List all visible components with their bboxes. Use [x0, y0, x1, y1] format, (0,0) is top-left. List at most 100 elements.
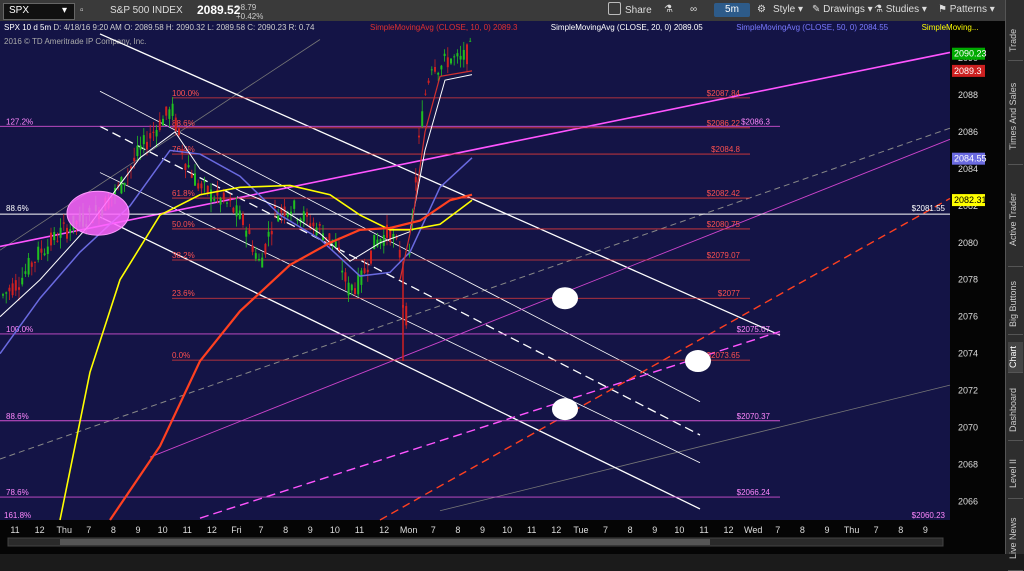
fib-pct-label: 161.8%: [4, 511, 31, 520]
price-badge-label: 2089.3: [954, 66, 982, 76]
candle-body: [242, 213, 244, 225]
x-tick-label: 7: [86, 525, 91, 535]
candle-body: [232, 207, 235, 213]
timeframe-selector[interactable]: 5m: [714, 3, 750, 17]
price-chart[interactable]: 2066206820702072207420762078208020822084…: [0, 21, 1005, 554]
fib-pct-label: 78.6%: [6, 488, 29, 497]
candle-body: [53, 232, 56, 241]
candle-body: [5, 292, 8, 294]
chart-area[interactable]: 2066206820702072207420762078208020822084…: [0, 21, 1005, 554]
candle-body: [430, 69, 433, 71]
fib-pct-label: 88.6%: [6, 204, 29, 213]
drawings-menu[interactable]: ✎ Drawings ▾: [812, 2, 873, 18]
x-tick-label: 8: [455, 525, 460, 535]
candle-body: [347, 282, 350, 296]
candle-body: [30, 262, 33, 267]
candle-body: [187, 165, 190, 168]
candle-body: [178, 128, 180, 136]
candle-body: [40, 248, 43, 253]
x-tick-label: 12: [379, 525, 389, 535]
style-menu[interactable]: Style ▾: [773, 2, 803, 18]
candle-body: [376, 239, 379, 247]
candle-body: [424, 93, 427, 95]
candle-body: [37, 246, 40, 260]
candle-body: [171, 103, 174, 116]
patterns-menu[interactable]: ⚑ Patterns ▾: [938, 2, 995, 18]
x-tick-label: 9: [308, 525, 313, 535]
studies-menu[interactable]: ⚗ Studies ▾: [874, 2, 927, 18]
sidebar-tab-active-trader[interactable]: Active Trader: [1008, 172, 1023, 267]
sidebar-tab-level-ii[interactable]: Level II: [1008, 448, 1023, 499]
chart-title: SPX 10 d 5m: [4, 23, 53, 32]
x-tick-label: 11: [527, 525, 536, 535]
x-tick-label: 8: [800, 525, 805, 535]
candle-body: [462, 49, 465, 60]
y-tick-label: 2084: [958, 164, 978, 174]
candle-body: [293, 200, 296, 209]
settings-icon[interactable]: ⚙: [757, 2, 766, 18]
candle-body: [306, 212, 308, 217]
symbol-selector[interactable]: SPX ▾: [3, 3, 75, 20]
candle-body: [27, 257, 30, 275]
chart-toolbar: SPX ▾ ▫ S&P 500 INDEX 2089.52 +8.79 +0.4…: [0, 0, 1005, 22]
candle-body: [197, 183, 200, 189]
x-tick-label: Tue: [573, 525, 588, 535]
candle-body: [46, 246, 49, 255]
last-price: 2089.52: [197, 3, 241, 17]
candle-body: [235, 205, 238, 217]
share-button[interactable]: Share: [608, 2, 652, 18]
candle-body: [366, 269, 369, 273]
candle-body: [459, 55, 462, 60]
sidebar-tab-dashboard[interactable]: Dashboard: [1008, 380, 1023, 441]
candle-body: [328, 233, 331, 242]
candle-body: [251, 245, 254, 252]
candle-body: [363, 268, 366, 274]
candle-body: [440, 65, 443, 70]
x-tick-label: 7: [603, 525, 608, 535]
candle-body: [443, 53, 446, 57]
candle-body: [149, 133, 152, 139]
candle-body: [245, 230, 248, 237]
fib-price-label: $2082.42: [707, 189, 741, 198]
ma-label: SimpleMoving...: [922, 23, 979, 32]
candle-body: [210, 189, 212, 202]
x-tick-label: 12: [207, 525, 217, 535]
patterns-label: Patterns: [949, 4, 987, 15]
y-tick-label: 2076: [958, 312, 978, 322]
x-tick-label: 11: [10, 525, 19, 535]
x-tick-label: 8: [898, 525, 903, 535]
link-icon[interactable]: ∞: [690, 2, 697, 18]
fib-pct-label: 38.2%: [172, 251, 195, 260]
candle-body: [258, 258, 260, 261]
marker-circle: [552, 398, 578, 421]
x-tick-label: 10: [674, 525, 684, 535]
x-tick-label: 12: [35, 525, 45, 535]
fib-price-label: $2070.37: [737, 412, 771, 421]
share-icon: [608, 2, 621, 15]
sidebar-tab-trade[interactable]: Trade: [1008, 20, 1023, 61]
x-tick-label: 8: [111, 525, 116, 535]
y-tick-label: 2078: [958, 275, 978, 285]
sidebar-tab-times-and-sales[interactable]: Times And Sales: [1008, 68, 1023, 165]
x-tick-label: 8: [283, 525, 288, 535]
candle-body: [261, 257, 264, 268]
fib-pct-label: 61.8%: [172, 189, 195, 198]
fib-pct-label: 88.6%: [6, 412, 29, 421]
candle-body: [219, 198, 222, 205]
fib-price-label: $2079.07: [707, 251, 741, 260]
share-label: Share: [625, 5, 652, 16]
sidebar-tab-big-buttons[interactable]: Big Buttons: [1008, 274, 1023, 335]
flask-icon[interactable]: ⚗: [664, 2, 673, 18]
candle-body: [238, 210, 241, 219]
ohlc-values: D: 4/18/16 9:20 AM O: 2089.58 H: 2090.32…: [53, 23, 315, 32]
candle-body: [194, 173, 196, 186]
x-tick-label: 9: [923, 525, 928, 535]
ma-label: SimpleMovingAvg (CLOSE, 10, 0) 2089.3: [370, 23, 518, 32]
candle-body: [203, 181, 206, 183]
time-scrollbar-thumb[interactable]: [60, 539, 710, 545]
sidebar-tab-live-news[interactable]: Live News: [1008, 506, 1023, 571]
candle-body: [386, 224, 388, 238]
x-tick-label: Fri: [231, 525, 242, 535]
fib-price-label: $2084.8: [711, 145, 740, 154]
sidebar-tab-chart[interactable]: Chart: [1008, 342, 1023, 373]
